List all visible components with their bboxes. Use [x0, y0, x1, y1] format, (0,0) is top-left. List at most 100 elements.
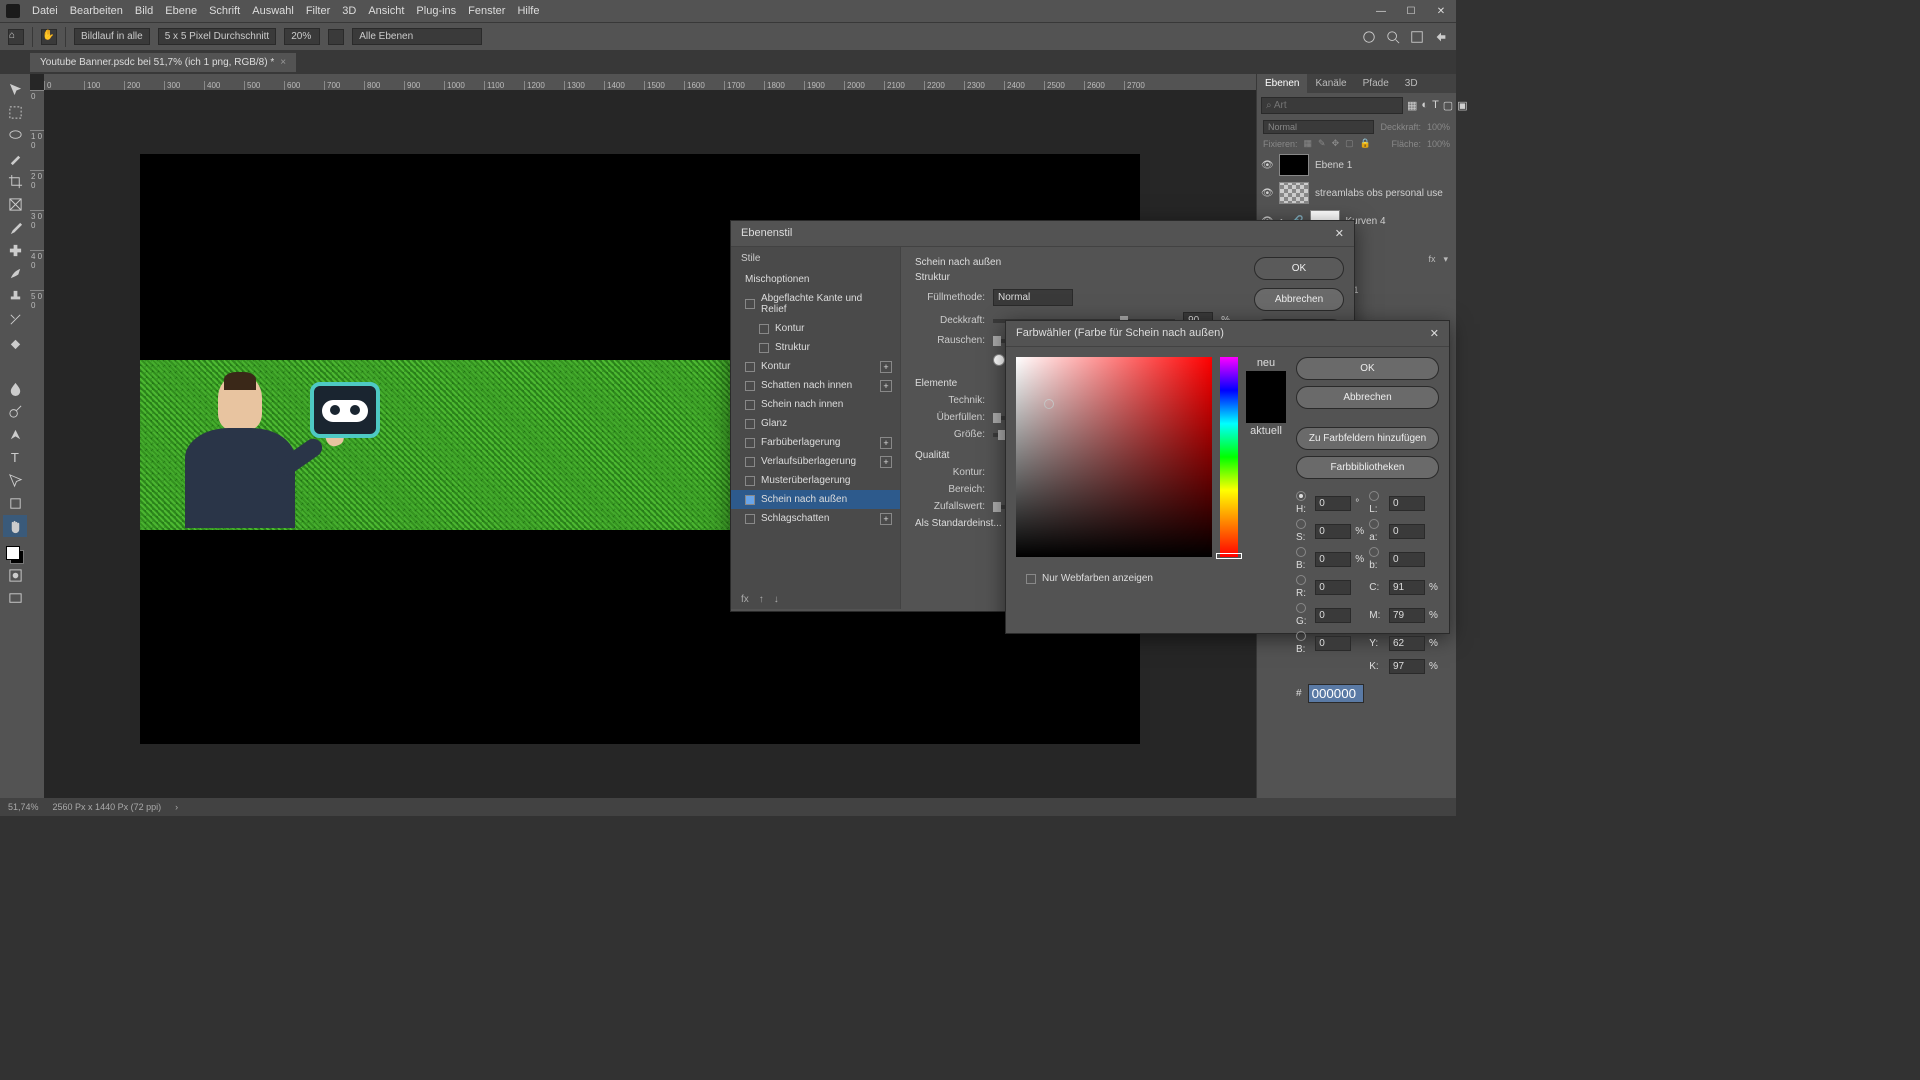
- add-effect-icon[interactable]: +: [880, 437, 892, 449]
- l-input[interactable]: [1389, 496, 1425, 511]
- cancel-button[interactable]: Abbrechen: [1296, 386, 1439, 409]
- move-down-icon[interactable]: ↓: [774, 594, 779, 605]
- color-libraries-button[interactable]: Farbbibliotheken: [1296, 456, 1439, 479]
- close-icon[interactable]: ✕: [1335, 227, 1344, 240]
- opacity-value[interactable]: 100%: [1427, 122, 1450, 132]
- fx-icon[interactable]: fx: [741, 594, 749, 605]
- tab-3d[interactable]: 3D: [1397, 74, 1426, 93]
- cloud-icon[interactable]: [1362, 30, 1376, 44]
- share-icon[interactable]: [1434, 30, 1448, 44]
- current-color-swatch[interactable]: [1246, 397, 1286, 423]
- quickmask-icon[interactable]: [3, 564, 27, 586]
- doc-info[interactable]: 2560 Px x 1440 Px (72 ppi): [53, 802, 162, 812]
- hand-tool-icon[interactable]: ✋: [41, 29, 57, 45]
- menu-ebene[interactable]: Ebene: [165, 5, 197, 17]
- y-input[interactable]: [1389, 636, 1425, 651]
- g-input[interactable]: [1315, 608, 1351, 623]
- c-input[interactable]: [1389, 580, 1425, 595]
- hue-cursor-icon[interactable]: [1216, 553, 1242, 559]
- menu-auswahl[interactable]: Auswahl: [252, 5, 294, 17]
- add-swatch-button[interactable]: Zu Farbfeldern hinzufügen: [1296, 427, 1439, 450]
- menu-hilfe[interactable]: Hilfe: [517, 5, 539, 17]
- window-maximize-icon[interactable]: ☐: [1396, 0, 1426, 22]
- fill-value[interactable]: 100%: [1427, 139, 1450, 149]
- tab-pfade[interactable]: Pfade: [1355, 74, 1397, 93]
- saturation-field[interactable]: [1016, 357, 1212, 557]
- add-effect-icon[interactable]: +: [880, 380, 892, 392]
- s-radio[interactable]: [1296, 519, 1306, 529]
- style-color-overlay[interactable]: Farbüberlagerung+: [731, 433, 900, 452]
- shape-tool-icon[interactable]: [3, 492, 27, 514]
- frame-tool-icon[interactable]: [3, 193, 27, 215]
- s-input[interactable]: [1315, 524, 1351, 539]
- pen-tool-icon[interactable]: [3, 423, 27, 445]
- menu-ansicht[interactable]: Ansicht: [368, 5, 404, 17]
- menu-schrift[interactable]: Schrift: [209, 5, 240, 17]
- menu-datei[interactable]: Datei: [32, 5, 58, 17]
- tab-ebenen[interactable]: Ebenen: [1257, 74, 1307, 93]
- menu-bearbeiten[interactable]: Bearbeiten: [70, 5, 123, 17]
- layers-filter-select[interactable]: Alle Ebenen: [352, 28, 482, 45]
- blue-input[interactable]: [1315, 636, 1351, 651]
- menu-plugins[interactable]: Plug-ins: [416, 5, 456, 17]
- style-outer-glow[interactable]: Schein nach außen: [731, 490, 900, 509]
- style-stroke[interactable]: Kontur+: [731, 357, 900, 376]
- window-close-icon[interactable]: ✕: [1426, 0, 1456, 22]
- visibility-icon[interactable]: 👁: [1261, 160, 1273, 171]
- r-input[interactable]: [1315, 580, 1351, 595]
- menu-bild[interactable]: Bild: [135, 5, 153, 17]
- a-input[interactable]: [1389, 524, 1425, 539]
- menu-fenster[interactable]: Fenster: [468, 5, 505, 17]
- brush-tool-icon[interactable]: [3, 262, 27, 284]
- layers-filter-icon[interactable]: [328, 29, 344, 45]
- cancel-button[interactable]: Abbrechen: [1254, 288, 1344, 311]
- color-cursor-icon[interactable]: [1044, 399, 1054, 409]
- hex-input[interactable]: [1308, 684, 1364, 703]
- zoom-level[interactable]: 51,74%: [8, 802, 39, 812]
- filter-image-icon[interactable]: ▦: [1407, 99, 1417, 113]
- style-bevel[interactable]: Abgeflachte Kante und Relief: [731, 289, 900, 319]
- filter-smart-icon[interactable]: ▣: [1457, 99, 1467, 113]
- ok-button[interactable]: OK: [1254, 257, 1344, 280]
- close-icon[interactable]: ✕: [1430, 327, 1439, 340]
- color-radio[interactable]: [993, 354, 1005, 366]
- tab-kanale[interactable]: Kanäle: [1307, 74, 1354, 93]
- web-only-checkbox[interactable]: [1026, 574, 1036, 584]
- zoom-field[interactable]: 20%: [284, 28, 320, 45]
- lab-b-input[interactable]: [1389, 552, 1425, 567]
- h-input[interactable]: [1315, 496, 1351, 511]
- hue-slider[interactable]: [1220, 357, 1238, 557]
- b-input[interactable]: [1315, 552, 1351, 567]
- filter-adjust-icon[interactable]: ◐: [1421, 99, 1428, 113]
- default-button[interactable]: Als Standardeinst...: [915, 518, 1002, 529]
- style-bevel-texture[interactable]: Struktur: [731, 338, 900, 357]
- blend-mode-select[interactable]: Normal: [993, 289, 1073, 306]
- history-brush-icon[interactable]: [3, 308, 27, 330]
- close-tab-icon[interactable]: ×: [280, 57, 286, 68]
- screenmode-icon[interactable]: [3, 587, 27, 609]
- ok-button[interactable]: OK: [1296, 357, 1439, 380]
- wand-tool-icon[interactable]: [3, 147, 27, 169]
- scroll-option-select[interactable]: Bildlauf in alle: [74, 28, 150, 45]
- eraser-tool-icon[interactable]: [3, 331, 27, 353]
- k-input[interactable]: [1389, 659, 1425, 674]
- lab-b-radio[interactable]: [1369, 547, 1379, 557]
- sample-avg-select[interactable]: 5 x 5 Pixel Durchschnitt: [158, 28, 277, 45]
- b-radio[interactable]: [1296, 547, 1306, 557]
- r-radio[interactable]: [1296, 575, 1306, 585]
- lock-move-icon[interactable]: ✥: [1332, 138, 1340, 149]
- style-pattern-overlay[interactable]: Musterüberlagerung: [731, 471, 900, 490]
- menu-filter[interactable]: Filter: [306, 5, 330, 17]
- move-tool-icon[interactable]: [3, 78, 27, 100]
- lasso-tool-icon[interactable]: [3, 124, 27, 146]
- a-radio[interactable]: [1369, 519, 1379, 529]
- style-drop-shadow[interactable]: Schlagschatten+: [731, 509, 900, 528]
- path-tool-icon[interactable]: [3, 469, 27, 491]
- blend-mode-select[interactable]: Normal: [1263, 120, 1374, 134]
- filter-type-icon[interactable]: T: [1432, 99, 1439, 113]
- hand-tool-icon[interactable]: [3, 515, 27, 537]
- blue-radio[interactable]: [1296, 631, 1306, 641]
- h-radio[interactable]: [1296, 491, 1306, 501]
- style-bevel-contour[interactable]: Kontur: [731, 319, 900, 338]
- document-tab[interactable]: Youtube Banner.psdc bei 51,7% (ich 1 png…: [30, 53, 296, 72]
